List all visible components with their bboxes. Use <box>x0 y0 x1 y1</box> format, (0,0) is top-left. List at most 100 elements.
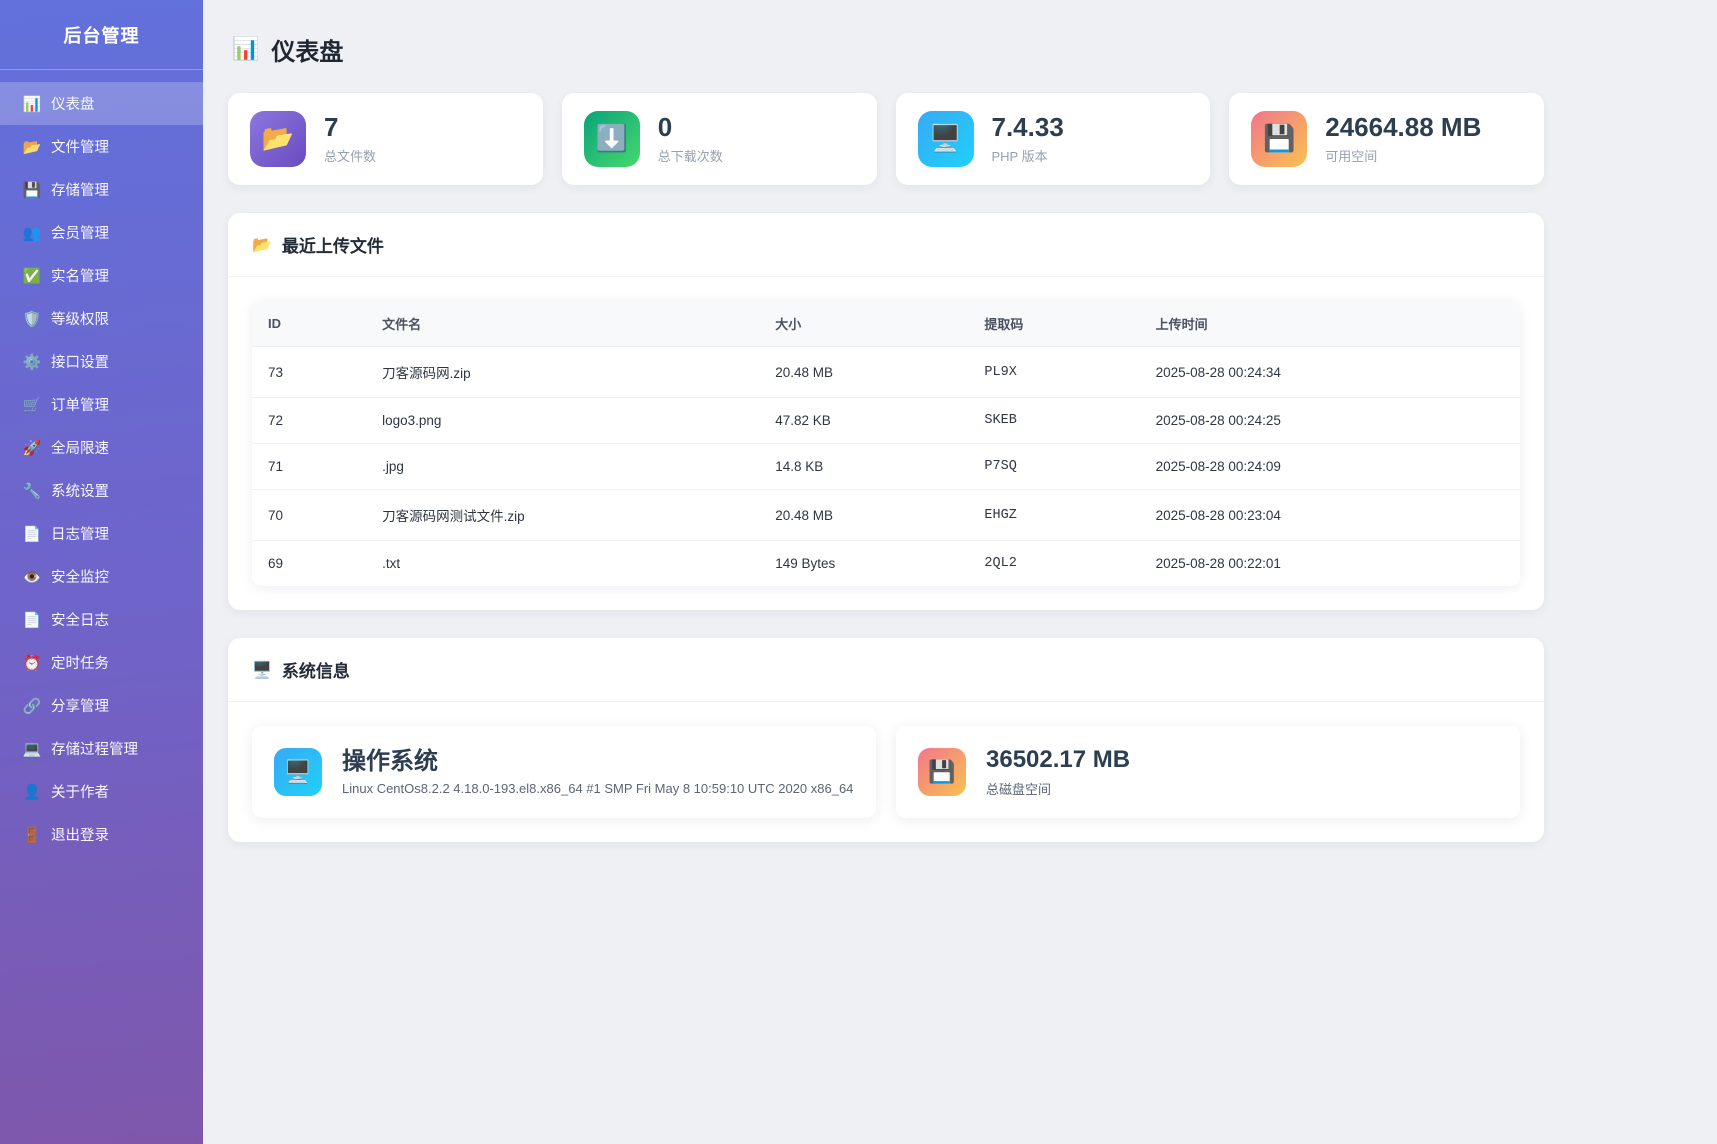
sidebar-item-logs[interactable]: 📄 日志管理 <box>0 512 203 555</box>
column-header-size: 大小 <box>759 301 968 347</box>
sidebar-item-stored-procedures[interactable]: 💻 存储过程管理 <box>0 727 203 770</box>
folder-icon: 📂 <box>252 235 272 254</box>
sidebar-item-about-author[interactable]: 👤 关于作者 <box>0 770 203 813</box>
sidebar-item-label: 文件管理 <box>51 136 109 157</box>
stat-card-php-version: 🖥️ 7.4.33 PHP 版本 <box>896 93 1211 185</box>
sidebar-item-label: 存储过程管理 <box>51 738 138 759</box>
sidebar-item-realname[interactable]: ✅ 实名管理 <box>0 254 203 297</box>
stat-label: 总下载次数 <box>658 146 723 165</box>
cell-filename: .txt <box>366 541 759 587</box>
os-detail: Linux CentOs8.2.2 4.18.0-193.el8.x86_64 … <box>342 781 853 796</box>
sidebar-item-security-monitor[interactable]: 👁️ 安全监控 <box>0 555 203 598</box>
cell-time: 2025-08-28 00:24:25 <box>1140 398 1520 444</box>
stat-label: 可用空间 <box>1325 146 1481 165</box>
uploads-table: ID 文件名 大小 提取码 上传时间 73 刀客源码网. <box>252 301 1520 586</box>
cell-id: 71 <box>252 444 366 490</box>
sidebar-item-orders[interactable]: 🛒 订单管理 <box>0 383 203 426</box>
sidebar-item-rate-limit[interactable]: 🚀 全局限速 <box>0 426 203 469</box>
sidebar-item-permissions[interactable]: 🛡️ 等级权限 <box>0 297 203 340</box>
app-root: 后台管理 📊 仪表盘 📂 文件管理 💾 存储管理 👥 会员管理 ✅ 实名管理 <box>0 0 1717 1144</box>
stat-value: 0 <box>658 113 723 142</box>
sidebar-item-logout[interactable]: 🚪 退出登录 <box>0 813 203 856</box>
section-title: 最近上传文件 <box>282 232 384 257</box>
table-row[interactable]: 71 .jpg 14.8 KB P7SQ 2025-08-28 00:24:09 <box>252 444 1520 490</box>
column-header-code: 提取码 <box>968 301 1139 347</box>
table-row[interactable]: 69 .txt 149 Bytes 2QL2 2025-08-28 00:22:… <box>252 541 1520 587</box>
cell-filename: .jpg <box>366 444 759 490</box>
sidebar-item-label: 订单管理 <box>51 394 109 415</box>
cell-id: 72 <box>252 398 366 444</box>
cell-size: 149 Bytes <box>759 541 968 587</box>
gear-icon: ⚙️ <box>22 353 42 371</box>
cell-id: 69 <box>252 541 366 587</box>
cell-code: SKEB <box>968 398 1139 444</box>
bar-chart-icon: 📊 <box>22 95 42 113</box>
page-title: 仪表盘 <box>271 32 343 67</box>
laptop-icon: 💻 <box>22 740 42 758</box>
stat-card-total-downloads: ⬇️ 0 总下载次数 <box>562 93 877 185</box>
sidebar-nav: 📊 仪表盘 📂 文件管理 💾 存储管理 👥 会员管理 ✅ 实名管理 🛡️ <box>0 70 203 856</box>
page-header: 📊 仪表盘 <box>232 32 1544 67</box>
stat-value: 7 <box>324 113 376 142</box>
document-icon: 📄 <box>22 611 42 629</box>
sidebar-item-label: 会员管理 <box>51 222 109 243</box>
cell-id: 70 <box>252 490 366 541</box>
table-header-row: ID 文件名 大小 提取码 上传时间 <box>252 301 1520 347</box>
system-info-panel: 🖥️ 系统信息 🖥️ 操作系统 Linux CentOs8.2.2 4.18.0… <box>228 638 1544 842</box>
cell-code: PL9X <box>968 347 1139 398</box>
sidebar-item-system-settings[interactable]: 🔧 系统设置 <box>0 469 203 512</box>
cell-filename: logo3.png <box>366 398 759 444</box>
cart-icon: 🛒 <box>22 396 42 414</box>
cell-time: 2025-08-28 00:23:04 <box>1140 490 1520 541</box>
cell-time: 2025-08-28 00:24:34 <box>1140 347 1520 398</box>
uploads-table-card: ID 文件名 大小 提取码 上传时间 73 刀客源码网. <box>252 301 1520 586</box>
sidebar-item-label: 定时任务 <box>51 652 109 673</box>
main-content: 📊 仪表盘 📂 7 总文件数 ⬇️ 0 总下载次数 <box>203 0 1717 1144</box>
sidebar-item-label: 等级权限 <box>51 308 109 329</box>
sidebar-item-files[interactable]: 📂 文件管理 <box>0 125 203 168</box>
users-icon: 👥 <box>22 224 42 242</box>
disk-total-value: 36502.17 MB <box>986 746 1130 774</box>
stat-label: PHP 版本 <box>992 146 1064 165</box>
sidebar-item-dashboard[interactable]: 📊 仪表盘 <box>0 82 203 125</box>
cell-size: 47.82 KB <box>759 398 968 444</box>
sidebar-item-label: 安全日志 <box>51 609 109 630</box>
sidebar-item-label: 存储管理 <box>51 179 109 200</box>
cell-code: 2QL2 <box>968 541 1139 587</box>
monitor-icon: 🖥️ <box>918 111 974 167</box>
os-info-card: 🖥️ 操作系统 Linux CentOs8.2.2 4.18.0-193.el8… <box>252 726 876 818</box>
sidebar-item-api-settings[interactable]: ⚙️ 接口设置 <box>0 340 203 383</box>
section-title: 系统信息 <box>282 657 350 682</box>
sidebar-item-label: 退出登录 <box>51 824 109 845</box>
sidebar-item-label: 日志管理 <box>51 523 109 544</box>
disk-total-label: 总磁盘空间 <box>986 779 1130 798</box>
table-row[interactable]: 70 刀客源码网测试文件.zip 20.48 MB EHGZ 2025-08-2… <box>252 490 1520 541</box>
floppy-disk-icon: 💾 <box>22 181 42 199</box>
sidebar-item-security-logs[interactable]: 📄 安全日志 <box>0 598 203 641</box>
sidebar-item-label: 实名管理 <box>51 265 109 286</box>
system-info-header: 🖥️ 系统信息 <box>228 638 1544 702</box>
cell-size: 14.8 KB <box>759 444 968 490</box>
table-row[interactable]: 72 logo3.png 47.82 KB SKEB 2025-08-28 00… <box>252 398 1520 444</box>
sidebar: 后台管理 📊 仪表盘 📂 文件管理 💾 存储管理 👥 会员管理 ✅ 实名管理 <box>0 0 203 1144</box>
monitor-icon: 🖥️ <box>274 748 322 796</box>
column-header-id: ID <box>252 301 366 347</box>
column-header-time: 上传时间 <box>1140 301 1520 347</box>
sidebar-item-cron-tasks[interactable]: ⏰ 定时任务 <box>0 641 203 684</box>
sidebar-item-label: 全局限速 <box>51 437 109 458</box>
stat-value: 24664.88 MB <box>1325 113 1481 142</box>
stat-cards-row: 📂 7 总文件数 ⬇️ 0 总下载次数 🖥️ 7.4. <box>228 93 1544 185</box>
sidebar-item-members[interactable]: 👥 会员管理 <box>0 211 203 254</box>
cell-filename: 刀客源码网测试文件.zip <box>366 490 759 541</box>
alarm-clock-icon: ⏰ <box>22 654 42 672</box>
stat-card-free-space: 💾 24664.88 MB 可用空间 <box>1229 93 1544 185</box>
recent-uploads-panel: 📂 最近上传文件 ID 文件名 大小 提取码 上传 <box>228 213 1544 610</box>
sidebar-item-share[interactable]: 🔗 分享管理 <box>0 684 203 727</box>
table-row[interactable]: 73 刀客源码网.zip 20.48 MB PL9X 2025-08-28 00… <box>252 347 1520 398</box>
eye-icon: 👁️ <box>22 568 42 586</box>
recent-uploads-header: 📂 最近上传文件 <box>228 213 1544 277</box>
stat-card-total-files: 📂 7 总文件数 <box>228 93 543 185</box>
monitor-icon: 🖥️ <box>252 660 272 679</box>
sidebar-item-label: 关于作者 <box>51 781 109 802</box>
sidebar-item-storage[interactable]: 💾 存储管理 <box>0 168 203 211</box>
